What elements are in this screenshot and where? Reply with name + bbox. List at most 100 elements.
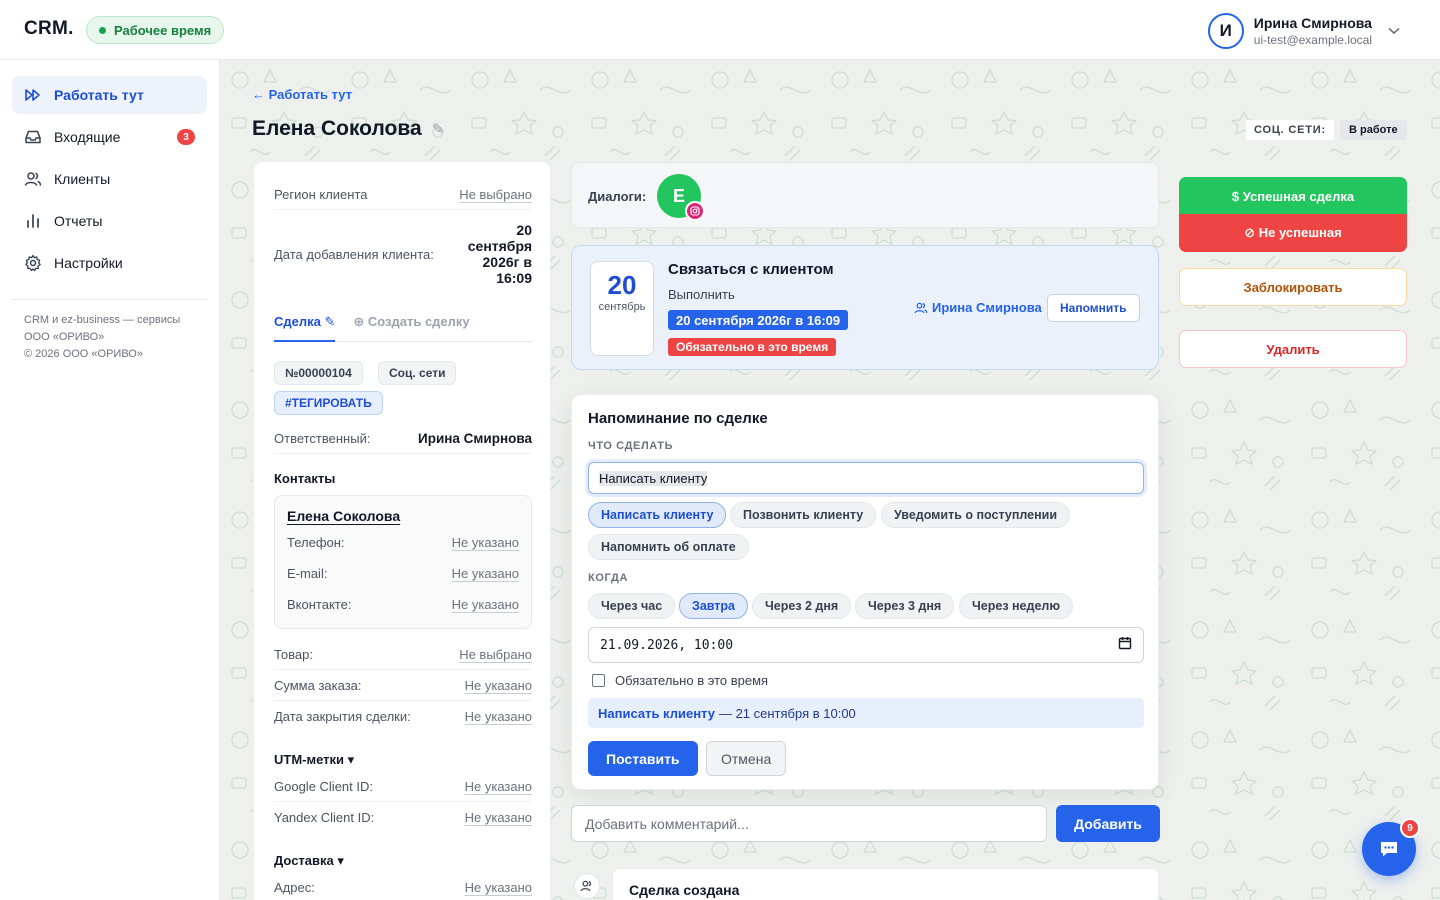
task-must-badge: Обязательно в это время <box>668 338 837 356</box>
phone-value[interactable]: Не указано <box>452 535 519 550</box>
email-label: E-mail: <box>287 566 328 581</box>
must-checkbox[interactable] <box>592 674 605 687</box>
deal-source-chip[interactable]: Соц. сети <box>378 361 457 385</box>
set-reminder-button[interactable]: Поставить <box>588 741 698 776</box>
must-checkbox-label: Обязательно в это время <box>615 673 769 688</box>
sidebar: Работать тут Входящие 3 Клиенты Отчеты Н… <box>0 60 220 900</box>
footer-line: ООО «ОРИВО» <box>24 331 105 343</box>
user-icon <box>574 873 600 899</box>
task-title: Связаться с клиентом <box>668 261 834 278</box>
top-bar: CRM. Рабочее время И Ирина Смирнова ui-t… <box>0 0 1440 60</box>
contact-name[interactable]: Елена Соколова <box>287 508 400 524</box>
phone-label: Телефон: <box>287 535 345 550</box>
what-option-payment[interactable]: Напомнить об оплате <box>588 534 749 560</box>
task-assignee[interactable]: Ирина Смирнова <box>914 300 1042 315</box>
tab-create-deal[interactable]: ⊕ Создать сделку <box>353 312 469 341</box>
delete-button[interactable]: Удалить <box>1179 330 1407 368</box>
google-id-value[interactable]: Не указано <box>465 779 532 794</box>
work-status-badge[interactable]: Рабочее время <box>86 16 225 44</box>
when-option-week[interactable]: Через неделю <box>959 593 1074 619</box>
cancel-button[interactable]: Отмена <box>706 741 787 776</box>
logo[interactable]: CRM. <box>24 18 74 40</box>
when-option-tomorrow[interactable]: Завтра <box>679 593 749 619</box>
yandex-id-value[interactable]: Не указано <box>465 810 532 825</box>
date-line: 16:09 <box>496 270 532 286</box>
pipeline-stage[interactable]: В работе <box>1340 120 1407 140</box>
sidebar-item-label: Клиенты <box>54 171 111 187</box>
pipeline-label: СОЦ. СЕТИ: <box>1246 120 1334 140</box>
yandex-id-label: Yandex Client ID: <box>274 810 375 825</box>
chat-count-badge: 9 <box>1400 818 1420 838</box>
sidebar-item-work[interactable]: Работать тут <box>12 76 207 114</box>
users-icon <box>914 302 928 313</box>
deal-number-chip: №00000104 <box>274 361 363 385</box>
close-date-label: Дата закрытия сделки: <box>274 709 411 724</box>
tab-deal[interactable]: Сделка ✎ <box>274 312 336 342</box>
remind-button[interactable]: Напомнить <box>1047 294 1140 322</box>
sum-value[interactable]: Не указано <box>465 678 532 693</box>
what-option-notify[interactable]: Уведомить о поступлении <box>881 502 1071 528</box>
product-row: Товар: Не выбрано <box>274 647 532 662</box>
region-value[interactable]: Не выбрано <box>459 187 532 202</box>
date-line: 20 <box>516 222 532 238</box>
deal-tag-chip[interactable]: #ТЕГИРОВАТЬ <box>274 391 383 415</box>
client-title: Елена Соколова <box>252 117 422 140</box>
divider <box>274 209 532 210</box>
block-button[interactable]: Заблокировать <box>1179 268 1407 306</box>
phone-row: Телефон: Не указано <box>287 535 519 550</box>
yandex-id-row: Yandex Client ID: Не указано <box>274 810 532 825</box>
task-status[interactable]: Выполнить <box>668 287 735 302</box>
comment-input[interactable]: Добавить комментарий... <box>571 805 1047 842</box>
datetime-value: 21.09.2026, 10:00 <box>600 637 734 653</box>
close-date-value[interactable]: Не указано <box>465 709 532 724</box>
user-name: Ирина Смирнова <box>1253 15 1372 31</box>
footer-line: © 2026 ООО «ОРИВО» <box>24 348 143 360</box>
sidebar-item-settings[interactable]: Настройки <box>12 244 207 282</box>
when-option-3days[interactable]: Через 3 дня <box>855 593 955 619</box>
utm-toggle[interactable]: UTM-метки ▾ <box>274 752 354 768</box>
email-row: E-mail: Не указано <box>287 566 519 581</box>
sidebar-item-clients[interactable]: Клиенты <box>12 160 207 198</box>
responsible-value[interactable]: Ирина Смирнова <box>418 431 532 446</box>
edit-pencil-icon[interactable]: ✎ <box>432 120 445 138</box>
address-row: Адрес: Не указано <box>274 880 532 895</box>
what-input[interactable]: Написать клиенту <box>588 462 1144 494</box>
inbox-count-badge: 3 <box>177 129 195 145</box>
user-menu[interactable]: И Ирина Смирнова ui-test@example.local <box>1207 10 1406 52</box>
what-option-call[interactable]: Позвонить клиенту <box>730 502 877 528</box>
sidebar-item-reports[interactable]: Отчеты <box>12 202 207 240</box>
calendar-icon[interactable] <box>1118 636 1132 654</box>
bar-chart-icon <box>24 212 42 230</box>
sidebar-footer: CRM и ez-business — сервисы ООО «ОРИВО» … <box>24 312 204 363</box>
what-label: ЧТО СДЕЛАТЬ <box>588 440 674 452</box>
what-option-write[interactable]: Написать клиенту <box>588 502 727 528</box>
must-checkbox-row[interactable]: Обязательно в это время <box>592 673 768 688</box>
vk-value[interactable]: Не указано <box>452 597 519 612</box>
product-label: Товар: <box>274 647 313 662</box>
email-value[interactable]: Не указано <box>452 566 519 581</box>
status-dot-icon <box>99 26 106 34</box>
responsible-label: Ответственный: <box>274 431 371 446</box>
success-deal-button[interactable]: $ Успешная сделка <box>1179 177 1407 215</box>
google-id-label: Google Client ID: <box>274 779 373 794</box>
sidebar-item-label: Входящие <box>54 129 121 145</box>
dialogs-card: Диалоги: Е <box>571 162 1159 228</box>
address-value[interactable]: Не указано <box>465 880 532 895</box>
sum-label: Сумма заказа: <box>274 678 362 693</box>
when-label: КОГДА <box>588 572 629 584</box>
datetime-input[interactable]: 21.09.2026, 10:00 <box>588 627 1144 663</box>
page-title: Елена Соколова ✎ <box>252 117 444 141</box>
sidebar-item-inbox[interactable]: Входящие 3 <box>12 118 207 156</box>
chevron-down-icon[interactable] <box>1382 24 1406 38</box>
reminder-panel: Напоминание по сделке ЧТО СДЕЛАТЬ Написа… <box>571 394 1159 790</box>
added-date-label: Дата добавления клиента: <box>274 246 434 262</box>
when-option-hour[interactable]: Через час <box>588 593 676 619</box>
dialogs-label: Диалоги: <box>588 189 647 204</box>
add-comment-button[interactable]: Добавить <box>1056 805 1160 842</box>
delivery-toggle[interactable]: Доставка ▾ <box>274 853 344 869</box>
product-value[interactable]: Не выбрано <box>459 647 532 662</box>
back-link[interactable]: ← Работать тут <box>252 87 352 102</box>
google-id-row: Google Client ID: Не указано <box>274 779 532 794</box>
when-option-2days[interactable]: Через 2 дня <box>752 593 852 619</box>
fail-deal-button[interactable]: ⊘ Не успешная <box>1179 214 1407 252</box>
